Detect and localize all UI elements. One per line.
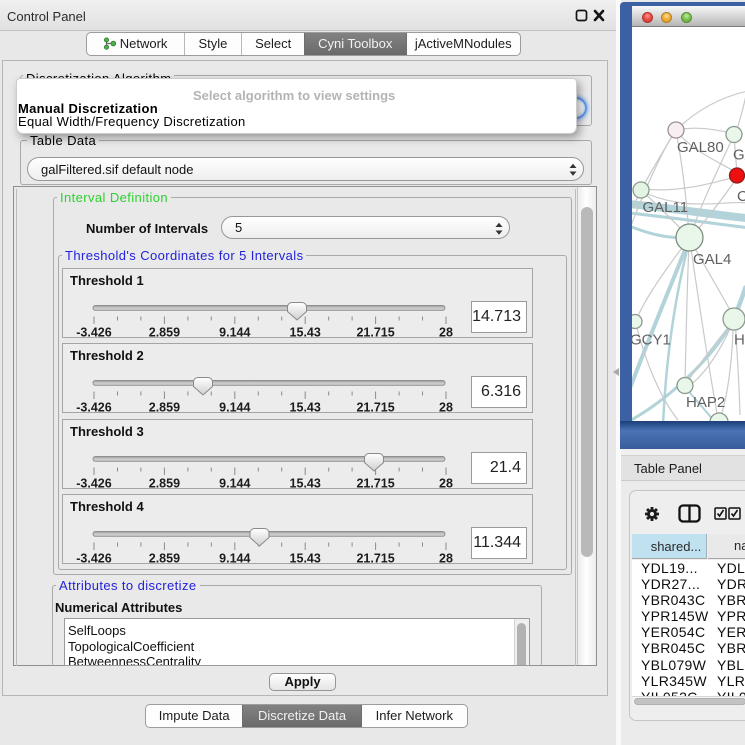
svg-text:21.715: 21.715 [356,477,394,491]
svg-text:21.715: 21.715 [356,552,394,566]
svg-text:28: 28 [439,477,453,491]
svg-text:15.43: 15.43 [290,552,321,566]
svg-text:GAL4: GAL4 [693,251,731,268]
svg-text:2.859: 2.859 [149,552,180,566]
svg-text:15.43: 15.43 [290,326,321,340]
svg-text:2.859: 2.859 [149,401,180,415]
svg-text:-3.426: -3.426 [76,401,111,415]
svg-text:28: 28 [439,401,453,415]
svg-text:15.43: 15.43 [290,401,321,415]
svg-text:C: C [737,188,745,205]
svg-text:GAL80: GAL80 [677,139,724,156]
svg-text:HAP2: HAP2 [686,394,725,411]
svg-text:28: 28 [439,326,453,340]
svg-text:GAL11: GAL11 [643,199,689,216]
svg-text:21.715: 21.715 [356,401,394,415]
svg-text:9.144: 9.144 [219,477,250,491]
svg-text:-3.426: -3.426 [76,552,111,566]
svg-text:21.715: 21.715 [356,326,394,340]
svg-text:H: H [734,332,745,349]
svg-text:2.859: 2.859 [149,326,180,340]
svg-text:9.144: 9.144 [219,326,250,340]
svg-text:-3.426: -3.426 [76,326,111,340]
svg-text:9.144: 9.144 [219,552,250,566]
svg-text:28: 28 [439,552,453,566]
svg-text:GCY1: GCY1 [632,332,671,349]
svg-text:2.859: 2.859 [149,477,180,491]
svg-text:GA: GA [733,147,745,164]
svg-text:9.144: 9.144 [219,401,250,415]
svg-text:-3.426: -3.426 [76,477,111,491]
svg-text:15.43: 15.43 [290,477,321,491]
